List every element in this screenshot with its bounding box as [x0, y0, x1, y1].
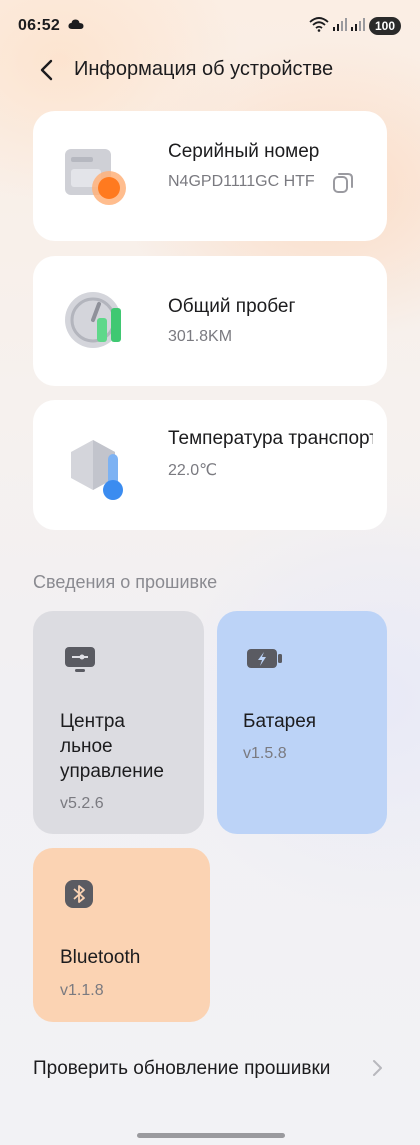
mileage-label: Общий пробег: [168, 296, 296, 317]
thermometer-icon: [63, 432, 133, 502]
page-title: Информация об устройстве: [74, 58, 334, 80]
status-left: 06:52: [18, 17, 84, 35]
mileage-text: Общий пробег 301.8KM: [168, 294, 295, 347]
serial-number-value: N4GPD1111GC HTF: [168, 173, 315, 190]
check-update-row[interactable]: Проверить обновление прошивки: [33, 1056, 387, 1112]
fw-central-control-name: Центра льное управление: [60, 711, 164, 782]
firmware-section-title: Сведения о прошивке: [33, 572, 218, 592]
fw-bluetooth-name: Bluetooth: [60, 947, 141, 968]
temperature-card: Температура транспортного сре… 22.0℃: [33, 400, 387, 530]
serial-number-label: Серийный номер: [168, 141, 320, 162]
status-right: 100: [309, 16, 401, 37]
wifi-icon: [309, 16, 329, 37]
serial-number-icon: [63, 143, 133, 213]
copy-button[interactable]: [329, 169, 357, 197]
status-time: 06:52: [18, 17, 60, 34]
home-indicator[interactable]: [137, 1133, 285, 1138]
signal-icon: [332, 17, 347, 36]
fw-battery-name: Батарея: [243, 711, 317, 732]
fw-central-control-version: v5.2.6: [60, 795, 104, 812]
mileage-card: Общий пробег 301.8KM: [33, 256, 387, 386]
header: Информация об устройстве: [0, 52, 420, 88]
temperature-text: Температура транспортного сре… 22.0℃: [168, 426, 373, 481]
fw-battery-version: v1.5.8: [243, 745, 287, 762]
battery-icon: [247, 641, 283, 677]
status-bar: 06:52 100: [0, 0, 420, 52]
fw-tile-bluetooth[interactable]: Bluetooth v1.1.8: [33, 848, 210, 1022]
copy-icon: [333, 173, 353, 193]
fw-bluetooth-version: v1.1.8: [60, 982, 104, 999]
chevron-right-icon: [369, 1058, 385, 1078]
back-arrow-icon: [40, 59, 53, 81]
check-update-label: Проверить обновление прошивки: [33, 1058, 331, 1079]
temperature-label: Температура транспортного сре…: [168, 428, 373, 449]
mileage-value: 301.8KM: [168, 328, 233, 345]
serial-number-text: Серийный номер N4GPD1111GC HTF: [168, 139, 319, 192]
back-button[interactable]: [32, 56, 60, 84]
controller-icon: [63, 641, 99, 677]
battery-indicator: 100: [368, 17, 401, 35]
serial-number-card: Серийный номер N4GPD1111GC HTF: [33, 111, 387, 241]
signal-icon-2: [350, 17, 365, 36]
fw-tile-central-control[interactable]: Центра льное управление v5.2.6: [33, 611, 204, 834]
cloud-icon: [68, 17, 84, 35]
odometer-icon: [63, 288, 133, 358]
bluetooth-icon: [63, 878, 99, 914]
temperature-value: 22.0℃: [168, 462, 218, 479]
fw-tile-battery[interactable]: Батарея v1.5.8: [217, 611, 387, 834]
